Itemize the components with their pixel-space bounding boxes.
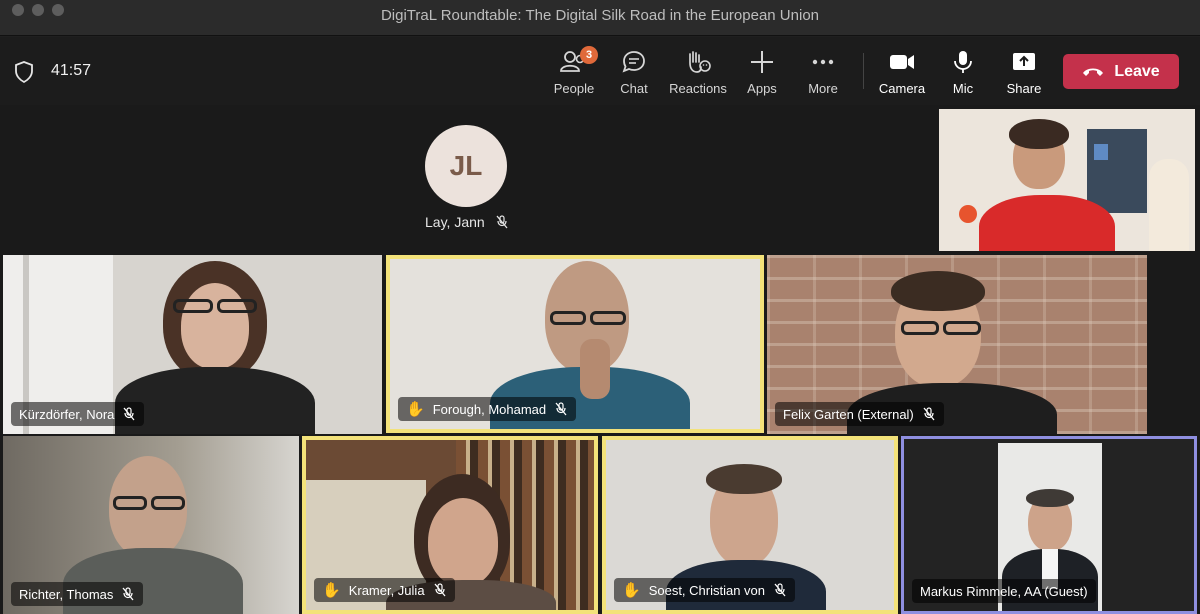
reactions-icon xyxy=(689,51,711,73)
hang-up-icon xyxy=(1083,68,1104,76)
chat-icon xyxy=(622,51,645,73)
participant-name-tag: ✋ Forough, Mohamad xyxy=(398,397,577,421)
window-title: DigiTraL Roundtable: The Digital Silk Ro… xyxy=(380,7,820,24)
chat-button[interactable]: Chat xyxy=(599,49,669,96)
participant-tile[interactable]: ✋ Soest, Christian von xyxy=(602,436,898,614)
participant-name-label: Felix Garten (External) xyxy=(783,406,914,422)
more-label: More xyxy=(808,81,838,96)
apps-button[interactable]: Apps xyxy=(727,49,797,96)
participant-name-tag: Felix Garten (External) xyxy=(775,402,944,426)
participant-name-label: Kürzdörfer, Nora xyxy=(19,406,115,422)
participant-name-tag: ✋ Kramer, Julia xyxy=(314,578,455,602)
participant-tile-pinned[interactable]: Markus Rimmele, AA (Guest) xyxy=(901,436,1197,614)
mic-label: Mic xyxy=(952,81,974,96)
more-button[interactable]: More xyxy=(788,49,858,96)
reactions-button[interactable]: Reactions xyxy=(663,49,733,96)
raised-hand-icon: ✋ xyxy=(322,581,341,599)
video-feed xyxy=(939,109,1195,251)
participant-name-tag: Richter, Thomas xyxy=(11,582,144,606)
people-count-badge: 3 xyxy=(580,46,598,64)
toolbar-divider xyxy=(863,53,864,89)
share-icon xyxy=(1013,53,1035,70)
participant-name-tag: Kürzdörfer, Nora xyxy=(11,402,145,426)
participant-name-label: Soest, Christian von xyxy=(648,582,766,598)
mic-off-icon xyxy=(496,215,508,229)
raised-hand-icon: ✋ xyxy=(406,400,425,418)
video-stage: JL Lay, Jann Kürzdörfer, Nora ✋ Forough,… xyxy=(0,105,1200,614)
chat-label: Chat xyxy=(620,81,648,96)
participant-name-jl: Lay, Jann xyxy=(425,214,509,230)
mic-off-icon xyxy=(923,407,935,421)
meeting-timer: 41:57 xyxy=(51,62,92,79)
camera-button[interactable]: Camera xyxy=(867,49,937,96)
raised-hand-icon: ✋ xyxy=(622,581,641,599)
participant-name-label: Kramer, Julia xyxy=(348,582,425,598)
mic-off-icon xyxy=(555,402,567,416)
reactions-label: Reactions xyxy=(669,81,727,96)
mic-icon xyxy=(954,51,972,73)
participant-tile[interactable]: Richter, Thomas xyxy=(3,436,299,614)
participant-name-label: Markus Rimmele, AA (Guest) xyxy=(920,583,1088,599)
participant-tile[interactable]: ✋ Kramer, Julia xyxy=(302,436,598,614)
participant-tile[interactable]: Felix Garten (External) xyxy=(767,255,1147,434)
participant-name-label: Lay, Jann xyxy=(425,214,485,230)
participant-name-tag: ✋ Soest, Christian von xyxy=(614,578,796,602)
participant-name-label: Forough, Mohamad xyxy=(432,401,547,417)
meeting-toolbar: 41:57 3 People Chat Reactions Apps More … xyxy=(0,37,1200,105)
mic-off-icon xyxy=(123,407,135,421)
avatar: JL xyxy=(425,125,507,207)
plus-icon xyxy=(751,51,773,73)
camera-label: Camera xyxy=(878,81,926,96)
apps-label: Apps xyxy=(747,81,777,96)
self-view-tile[interactable] xyxy=(939,109,1195,251)
participant-name-label: Richter, Thomas xyxy=(19,586,114,602)
camera-icon xyxy=(890,55,914,69)
mic-off-icon xyxy=(434,583,446,597)
participant-tile[interactable]: Kürzdörfer, Nora xyxy=(3,255,382,434)
participant-tile[interactable]: ✋ Forough, Mohamad xyxy=(386,255,764,433)
mic-off-icon xyxy=(774,583,786,597)
mic-off-icon xyxy=(122,587,134,601)
leave-label: Leave xyxy=(1114,62,1160,80)
leave-button[interactable]: Leave xyxy=(1063,54,1179,89)
participant-name-tag: Markus Rimmele, AA (Guest) xyxy=(912,579,1096,603)
shield-icon xyxy=(15,61,33,83)
share-button[interactable]: Share xyxy=(989,49,1059,96)
window-titlebar: DigiTraL Roundtable: The Digital Silk Ro… xyxy=(0,0,1200,36)
audio-participant-tile[interactable]: JL Lay, Jann xyxy=(0,105,935,253)
share-label: Share xyxy=(1006,81,1042,96)
more-icon xyxy=(812,59,834,65)
mic-button[interactable]: Mic xyxy=(928,49,998,96)
